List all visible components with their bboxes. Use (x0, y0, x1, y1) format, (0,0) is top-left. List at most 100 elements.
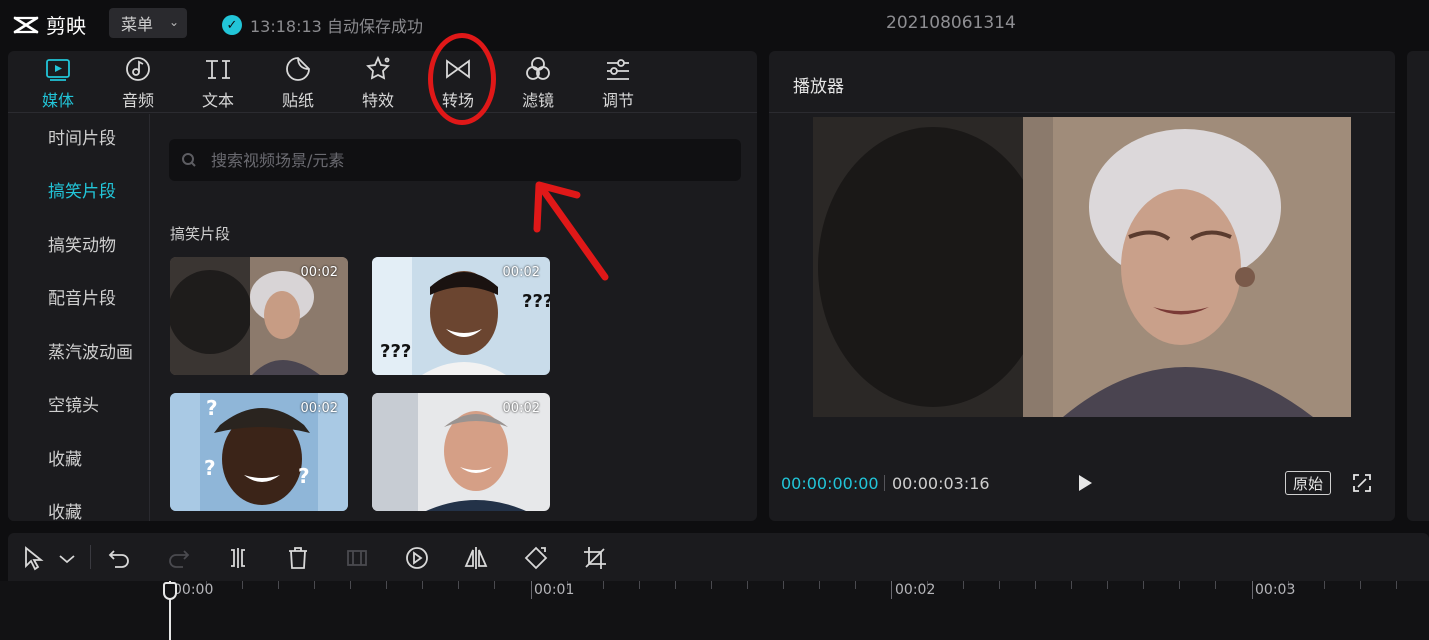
clip-duration: 00:02 (300, 401, 338, 416)
category-funny-clips[interactable]: 搞笑片段 (48, 177, 116, 202)
fullscreen-icon[interactable] (1352, 473, 1372, 493)
media-panel: 媒体 音频 文本 贴纸 特效 转场 滤镜 调节 时间片段 搞笑片段 搞笑动物 配… (8, 51, 757, 521)
split-button[interactable] (225, 545, 251, 571)
autosave-status: ✓ 13:18:13 自动保存成功 (222, 13, 423, 37)
tab-filter[interactable]: 滤镜 (508, 55, 568, 111)
svg-text:???: ??? (522, 291, 550, 312)
tick-minor (1215, 581, 1216, 589)
select-tool-button[interactable] (20, 545, 46, 571)
original-ratio-label: 原始 (1292, 474, 1323, 493)
svg-text:?: ? (206, 396, 218, 420)
timeline-ruler[interactable]: 00:00 00:01 00:02 00:03 (0, 581, 1429, 640)
mirror-icon (464, 547, 488, 569)
freeze-frame-icon (347, 550, 367, 566)
clip-thumbnail[interactable]: ??? ??? 00:02 (372, 257, 550, 375)
delete-button[interactable] (285, 545, 311, 571)
current-time: 00:00:00:00 (781, 474, 879, 493)
tick-minor (386, 581, 387, 589)
clip-duration: 00:02 (502, 401, 540, 416)
category-favorites-2[interactable]: 收藏 (48, 498, 82, 521)
reverse-play-icon (406, 547, 428, 569)
tick-label: 00:01 (534, 582, 575, 598)
tick-minor (603, 581, 604, 589)
search-bar[interactable] (169, 139, 741, 181)
redo-icon (169, 550, 190, 568)
undo-button[interactable] (106, 545, 132, 571)
tick-minor (747, 581, 748, 589)
filter-icon (526, 57, 550, 80)
tick-minor (963, 581, 964, 589)
category-favorites[interactable]: 收藏 (48, 445, 82, 470)
svg-text:?: ? (204, 456, 216, 480)
section-title: 搞笑片段 (170, 225, 231, 243)
mirror-button[interactable] (463, 545, 489, 571)
red-annotation-circle (428, 33, 496, 125)
tick-minor (350, 581, 351, 589)
red-annotation-arrow (533, 181, 609, 281)
undo-icon (108, 550, 129, 568)
category-time-clips[interactable]: 时间片段 (48, 124, 116, 149)
tick-minor (1396, 581, 1397, 589)
search-input[interactable] (211, 150, 731, 170)
tick-minor (458, 581, 459, 589)
tick-minor (314, 581, 315, 589)
tab-label: 音频 (121, 91, 154, 110)
tick-minor (242, 581, 243, 589)
tick-minor (639, 581, 640, 589)
tick-major (531, 581, 532, 599)
category-empty-shots[interactable]: 空镜头 (48, 391, 99, 416)
tick-minor (1071, 581, 1072, 589)
player-title: 播放器 (793, 77, 844, 97)
category-funny-animals[interactable]: 搞笑动物 (48, 231, 116, 256)
tab-media[interactable]: 媒体 (28, 55, 88, 111)
tick-minor (999, 581, 1000, 589)
tab-sticker[interactable]: 贴纸 (268, 55, 328, 111)
tick-minor (675, 581, 676, 589)
top-bar: 剪映 菜单 ⌄ ✓ 13:18:13 自动保存成功 202108061314 (0, 0, 1429, 46)
tick-label: 00:03 (1255, 582, 1296, 598)
tool-tabs: 媒体 音频 文本 贴纸 特效 转场 滤镜 调节 (8, 51, 757, 113)
tick-minor (855, 581, 856, 589)
split-icon (231, 548, 245, 568)
category-dubbing-clips[interactable]: 配音片段 (48, 284, 116, 309)
text-icon (206, 60, 230, 79)
timeline-toolbar (8, 533, 1429, 581)
reverse-button[interactable] (404, 545, 430, 571)
play-button[interactable] (1073, 472, 1095, 494)
freeze-frame-button[interactable] (344, 545, 370, 571)
check-circle-icon: ✓ (222, 15, 242, 35)
tab-label: 滤镜 (521, 91, 554, 110)
tab-adjust[interactable]: 调节 (588, 55, 648, 111)
clip-thumbnail[interactable]: ? ? ? 00:02 (170, 393, 348, 511)
playhead-handle[interactable] (163, 582, 177, 600)
redo-button[interactable] (166, 545, 192, 571)
tab-label: 媒体 (41, 91, 74, 110)
rotate-button[interactable] (523, 545, 549, 571)
tab-label: 特效 (361, 91, 394, 110)
original-ratio-button[interactable]: 原始 (1285, 471, 1331, 495)
app-name: 剪映 (46, 14, 86, 38)
tick-label: 00:02 (895, 582, 936, 598)
tick-minor (1324, 581, 1325, 589)
effects-icon (366, 55, 390, 80)
crop-button[interactable] (582, 545, 608, 571)
tick-minor (1035, 581, 1036, 589)
tab-effects[interactable]: 特效 (348, 55, 408, 111)
tick-minor (711, 581, 712, 589)
select-tool-dropdown[interactable] (54, 545, 75, 571)
video-preview[interactable] (813, 117, 1351, 417)
app-logo: 剪映 (12, 10, 86, 39)
tick-minor (1179, 581, 1180, 589)
player-header: 播放器 (769, 51, 1395, 113)
tick-minor (783, 581, 784, 589)
clip-thumbnail[interactable]: 00:02 (170, 257, 348, 375)
clip-duration: 00:02 (300, 265, 338, 280)
clip-thumbnail[interactable]: 00:02 (372, 393, 550, 511)
crop-icon (584, 547, 606, 569)
tab-text[interactable]: 文本 (188, 55, 248, 111)
media-icon (46, 59, 70, 81)
tab-audio[interactable]: 音频 (108, 55, 168, 111)
menu-label: 菜单 (121, 15, 154, 34)
menu-button[interactable]: 菜单 ⌄ (109, 8, 187, 38)
category-vaporwave[interactable]: 蒸汽波动画 (48, 338, 133, 363)
